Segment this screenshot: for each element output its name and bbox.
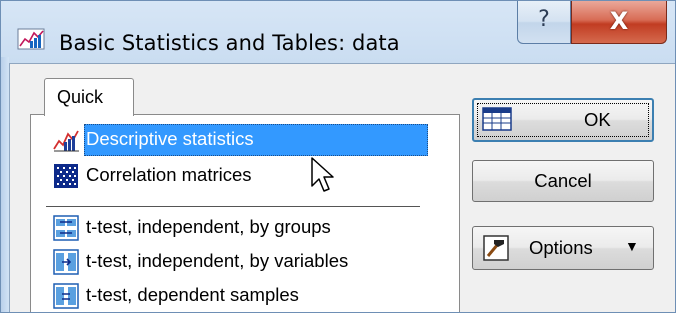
list-item-label: t-test, dependent samples (86, 284, 299, 305)
list-item-descriptive-statistics[interactable]: Descriptive statistics (46, 124, 458, 156)
title-bar[interactable]: Basic Statistics and Tables: data ? X (1, 1, 675, 57)
options-button[interactable]: Options ▼ (472, 226, 654, 270)
list-item-correlation-matrices[interactable]: Correlation matrices (46, 160, 458, 192)
list-divider (46, 206, 420, 207)
list-item-label: t-test, independent, by variables (86, 250, 349, 271)
question-mark-icon: ? (538, 7, 550, 32)
dialog-client-area: Quick Descriptive statistics Correlation… (9, 63, 675, 312)
ok-button[interactable]: OK (472, 98, 654, 142)
dropdown-arrow-icon: ▼ (625, 238, 639, 254)
cancel-button[interactable]: Cancel (472, 160, 654, 202)
window-title: Basic Statistics and Tables: data (59, 31, 400, 55)
ttest-variables-icon (53, 249, 79, 275)
list-item-ttest-dependent[interactable]: t-test, dependent samples (46, 280, 458, 312)
close-icon: X (609, 7, 629, 35)
statistics-app-icon (17, 28, 45, 50)
descriptive-stats-icon (53, 130, 79, 152)
list-item-ttest-groups[interactable]: t-test, independent, by groups (46, 212, 458, 244)
tab-quick[interactable]: Quick (44, 78, 134, 116)
ttest-dependent-icon (53, 283, 79, 309)
window-frame-left (1, 57, 9, 312)
list-item-ttest-variables[interactable]: t-test, independent, by variables (46, 246, 458, 278)
ok-button-label: OK (584, 109, 611, 130)
options-tool-icon (483, 235, 509, 261)
ttest-groups-icon (53, 215, 79, 241)
list-item-label: Correlation matrices (86, 164, 252, 185)
analysis-list[interactable]: Descriptive statistics Correlation matri… (46, 120, 458, 312)
tab-quick-label: Quick (57, 87, 104, 107)
list-item-label: t-test, independent, by groups (86, 216, 331, 237)
mouse-pointer-icon (311, 157, 334, 192)
help-button[interactable]: ? (517, 1, 571, 44)
list-item-label: Descriptive statistics (86, 128, 254, 149)
correlation-matrix-icon (54, 164, 78, 188)
options-button-label: Options (529, 237, 593, 258)
close-button[interactable]: X (571, 1, 667, 44)
table-grid-icon (482, 107, 512, 131)
dialog-window: Basic Statistics and Tables: data ? X Qu… (0, 0, 676, 313)
cancel-button-label: Cancel (534, 170, 592, 191)
